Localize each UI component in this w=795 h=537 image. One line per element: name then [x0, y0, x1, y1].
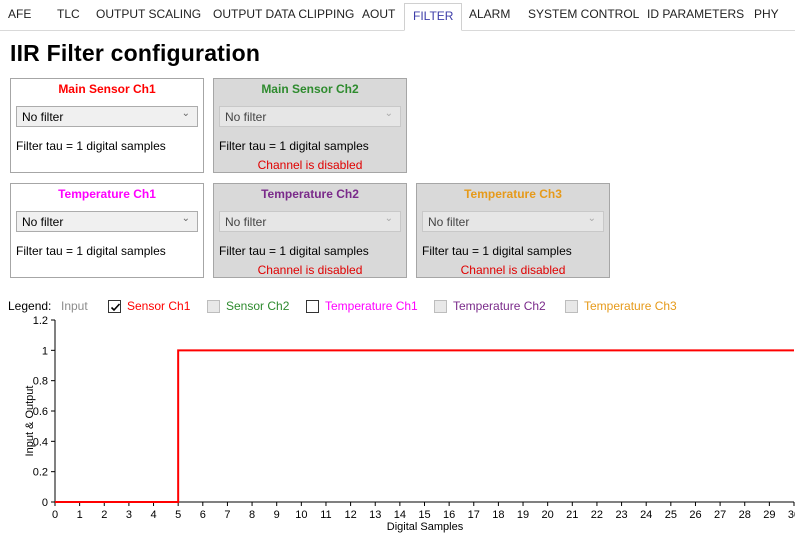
- filter-tau-text: Filter tau = 1 digital samples: [219, 139, 369, 153]
- tab-bar: AFE TLC OUTPUT SCALING OUTPUT DATA CLIPP…: [0, 0, 795, 31]
- legend-item-temperature-ch1: Temperature Ch1: [325, 299, 418, 313]
- card-title: Main Sensor Ch2: [261, 82, 359, 96]
- x-tick-label: 8: [249, 509, 255, 521]
- select-value: No filter: [22, 215, 64, 229]
- x-tick-label: 6: [200, 509, 206, 521]
- x-tick-label: 13: [369, 509, 381, 521]
- filter-card-temperature-ch1: Temperature Ch1 No filter ⌄ Filter tau =…: [10, 183, 204, 278]
- y-tick-label: 0: [42, 497, 48, 509]
- x-tick-label: 4: [150, 509, 156, 521]
- x-tick-label: 2: [101, 509, 107, 521]
- x-tick-label: 29: [763, 509, 775, 521]
- x-tick-label: 18: [492, 509, 504, 521]
- x-tick-label: 7: [224, 509, 230, 521]
- x-tick-label: 17: [468, 509, 480, 521]
- x-tick-label: 9: [274, 509, 280, 521]
- filter-tau-text: Filter tau = 1 digital samples: [16, 139, 166, 153]
- x-tick-label: 22: [591, 509, 603, 521]
- chevron-down-icon: ⌄: [384, 108, 393, 119]
- x-tick-label: 11: [320, 509, 331, 521]
- filter-tau-text: Filter tau = 1 digital samples: [422, 244, 572, 258]
- legend-item-temperature-ch2: Temperature Ch2: [453, 299, 546, 313]
- tab-output-data-clipping[interactable]: OUTPUT DATA CLIPPING: [213, 7, 354, 21]
- channel-disabled-text: Channel is disabled: [257, 263, 363, 277]
- card-title: Temperature Ch1: [58, 187, 156, 201]
- legend-item-sensor-ch1: Sensor Ch1: [127, 299, 191, 313]
- x-tick-label: 16: [443, 509, 455, 521]
- select-value: No filter: [225, 215, 267, 229]
- x-tick-label: 14: [394, 509, 406, 521]
- x-tick-label: 5: [175, 509, 181, 521]
- y-axis-label: Input & Output: [24, 386, 36, 457]
- legend-item-sensor-ch2: Sensor Ch2: [226, 299, 290, 313]
- x-tick-label: 26: [689, 509, 701, 521]
- x-tick-label: 10: [295, 509, 307, 521]
- filter-select: No filter ⌄: [219, 106, 401, 127]
- x-tick-label: 30: [788, 509, 795, 521]
- select-value: No filter: [225, 110, 267, 124]
- x-tick-label: 28: [739, 509, 751, 521]
- legend-input-label: Input: [61, 299, 88, 313]
- series-line-sensor-ch1: [55, 349, 794, 503]
- legend-label: Legend:: [8, 299, 52, 313]
- tab-system-control[interactable]: SYSTEM CONTROL: [528, 7, 639, 21]
- tab-output-scaling[interactable]: OUTPUT SCALING: [96, 7, 201, 21]
- filter-response-chart: 00.20.40.60.811.20 1 2 3 4 5 6 7 8 9 10 11 12 13 14 15 1…: [24, 315, 795, 533]
- x-tick-label: 24: [640, 509, 652, 521]
- filter-tau-text: Filter tau = 1 digital samples: [219, 244, 369, 258]
- x-tick-label: 3: [126, 509, 132, 521]
- tab-aout[interactable]: AOUT: [362, 7, 395, 21]
- legend-item-temperature-ch3: Temperature Ch3: [584, 299, 677, 313]
- filter-card-temperature-ch3: Temperature Ch3 No filter ⌄ Filter tau =…: [416, 183, 610, 278]
- tab-filter[interactable]: FILTER: [404, 3, 463, 31]
- filter-card-main-sensor-ch1: Main Sensor Ch1 No filter ⌄ Filter tau =…: [10, 78, 204, 173]
- page-title: IIR Filter configuration: [10, 40, 261, 66]
- x-tick-label: 0: [52, 509, 58, 521]
- filter-select: No filter ⌄: [422, 211, 604, 232]
- card-title: Temperature Ch2: [261, 187, 359, 201]
- select-value: No filter: [22, 110, 64, 124]
- tab-alarm[interactable]: ALARM: [469, 7, 510, 21]
- x-tick-label: 12: [344, 509, 356, 521]
- filter-select[interactable]: No filter ⌄: [16, 211, 198, 232]
- filter-select: No filter ⌄: [219, 211, 401, 232]
- card-title: Main Sensor Ch1: [58, 82, 156, 96]
- chevron-down-icon: ⌄: [181, 213, 190, 224]
- y-tick-label: 1: [42, 345, 48, 357]
- filter-select[interactable]: No filter ⌄: [16, 106, 198, 127]
- x-tick-label: 27: [714, 509, 726, 521]
- select-value: No filter: [428, 215, 470, 229]
- y-tick-label: 1.2: [33, 315, 48, 327]
- tab-tlc[interactable]: TLC: [57, 7, 80, 21]
- x-tick-label: 19: [517, 509, 529, 521]
- chevron-down-icon: ⌄: [587, 213, 596, 224]
- channel-disabled-text: Channel is disabled: [257, 158, 363, 172]
- channel-disabled-text: Channel is disabled: [460, 263, 566, 277]
- chevron-down-icon: ⌄: [181, 108, 190, 119]
- x-tick-label: 25: [665, 509, 677, 521]
- tab-phy[interactable]: PHY: [754, 7, 779, 21]
- tab-id-parameters[interactable]: ID PARAMETERS: [647, 7, 744, 21]
- tab-afe[interactable]: AFE: [8, 7, 31, 21]
- x-tick-label: 15: [418, 509, 430, 521]
- x-axis-label: Digital Samples: [387, 521, 464, 533]
- x-tick-label: 20: [542, 509, 554, 521]
- card-title: Temperature Ch3: [464, 187, 562, 201]
- filter-card-temperature-ch2: Temperature Ch2 No filter ⌄ Filter tau =…: [213, 183, 407, 278]
- x-tick-label: 1: [77, 509, 83, 521]
- y-tick-label: 0.2: [33, 467, 48, 479]
- filter-tau-text: Filter tau = 1 digital samples: [16, 244, 166, 258]
- filter-card-main-sensor-ch2: Main Sensor Ch2 No filter ⌄ Filter tau =…: [213, 78, 407, 173]
- chevron-down-icon: ⌄: [384, 213, 393, 224]
- x-tick-label: 23: [615, 509, 627, 521]
- x-tick-label: 21: [566, 509, 578, 521]
